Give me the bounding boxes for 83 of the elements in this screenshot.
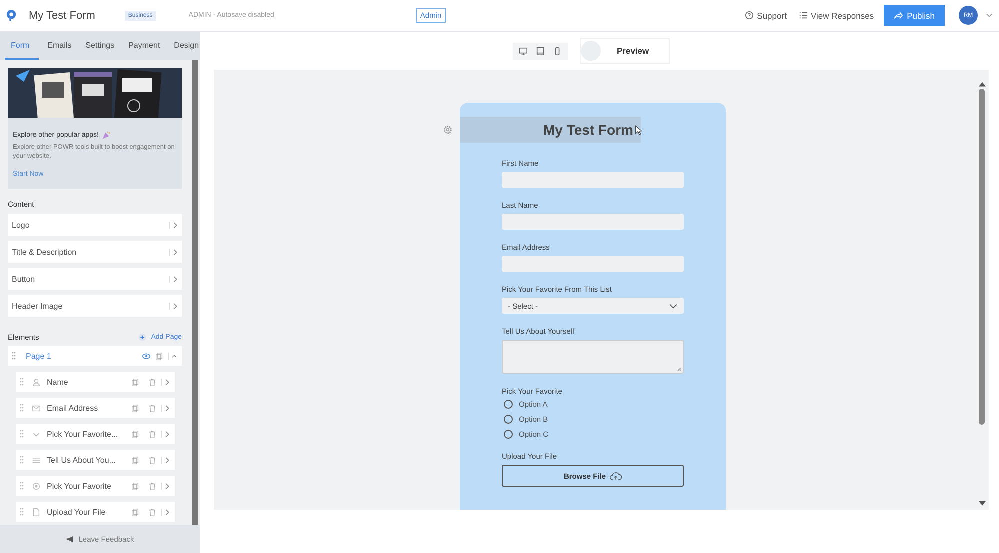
chevron-icon	[161, 508, 170, 516]
element-item[interactable]: Upload Your File	[16, 502, 175, 522]
element-label: Name	[47, 378, 70, 387]
trash-icon[interactable]	[148, 430, 157, 439]
trash-icon[interactable]	[148, 508, 157, 517]
cursor-icon	[635, 124, 642, 136]
chevron-icon	[161, 404, 170, 412]
element-label: Email Address	[47, 404, 100, 413]
header-link[interactable]: Support	[745, 10, 787, 20]
caret-icon[interactable]	[986, 13, 993, 18]
content-item[interactable]: Header Image	[8, 295, 182, 318]
scroll-down-icon[interactable]	[978, 501, 986, 506]
chevron-icon	[169, 276, 178, 283]
copy-icon[interactable]	[131, 508, 140, 517]
copy-icon[interactable]	[131, 456, 140, 465]
radio-button[interactable]	[504, 415, 513, 424]
chevron-icon	[169, 222, 178, 229]
eye-icon	[142, 352, 151, 361]
person-icon	[32, 378, 41, 387]
gear-icon[interactable]	[443, 125, 453, 135]
drag-handle-icon	[12, 352, 16, 360]
textarea-field[interactable]	[502, 340, 684, 374]
text-input[interactable]	[502, 256, 684, 272]
element-label: Pick Your Favorite	[47, 482, 112, 491]
resize-handle-icon	[677, 367, 682, 372]
element-label: Pick Your Favorite...	[47, 430, 120, 439]
element-label: Tell Us About You...	[47, 456, 117, 465]
sidebar-tab[interactable]: Payment	[124, 32, 166, 60]
preview-button[interactable]: Preview	[617, 46, 650, 56]
chevron-icon	[161, 378, 170, 386]
element-item[interactable]: Tell Us About You...	[16, 450, 175, 470]
chevron-icon	[169, 302, 178, 310]
page-label: Page 1	[26, 352, 52, 361]
form-title: My Test Form	[544, 122, 634, 138]
trash-icon[interactable]	[148, 404, 157, 413]
chevron-icon	[169, 248, 178, 256]
element-item[interactable]: Name	[16, 372, 175, 392]
desktop-icon[interactable]	[519, 46, 528, 56]
scrollbar[interactable]	[978, 82, 986, 508]
share-icon	[894, 11, 904, 20]
file-icon	[32, 508, 41, 517]
help-icon	[745, 11, 754, 20]
radio-button[interactable]	[504, 400, 513, 409]
element-item[interactable]: Pick Your Favorite	[16, 476, 175, 496]
text-input[interactable]	[502, 214, 684, 230]
phone-icon[interactable]	[553, 46, 562, 56]
sidebar-tab[interactable]: Settings	[80, 32, 120, 60]
copy-icon[interactable]	[131, 378, 140, 387]
header-link[interactable]: View Responses	[798, 10, 874, 20]
content-item[interactable]: Button	[8, 268, 182, 290]
element-item[interactable]: Email Address	[16, 398, 175, 418]
tablet-icon[interactable]	[536, 46, 545, 56]
chevron-down-icon	[669, 304, 678, 308]
app-title: My Test Form	[29, 10, 96, 22]
copy-icon	[155, 352, 164, 361]
envelope-icon	[32, 404, 41, 413]
content-item[interactable]: Logo	[8, 214, 182, 236]
copy-icon[interactable]	[131, 482, 140, 491]
element-label: Upload Your File	[47, 508, 107, 517]
trash-icon[interactable]	[148, 482, 157, 491]
trash-icon[interactable]	[148, 378, 157, 387]
megaphone-icon	[66, 534, 75, 544]
copy-icon[interactable]	[131, 430, 140, 439]
sidebar-tab[interactable]: Emails	[42, 32, 77, 60]
radio-icon	[32, 482, 41, 491]
content-item[interactable]: Title & Description	[8, 241, 182, 264]
page-row[interactable]: Page 1	[8, 346, 182, 366]
plus-icon	[138, 333, 148, 342]
chevron-icon	[161, 430, 170, 438]
cloud-upload-icon	[610, 472, 622, 480]
chevron-icon	[161, 456, 170, 464]
copy-icon[interactable]	[131, 404, 140, 413]
list-icon	[798, 11, 808, 20]
logo-icon	[6, 9, 17, 22]
collapse-icon[interactable]	[168, 352, 177, 360]
radio-button[interactable]	[504, 430, 513, 439]
trash-icon[interactable]	[148, 456, 157, 465]
party-icon	[102, 131, 111, 140]
scroll-up-icon[interactable]	[978, 82, 986, 87]
sidebar-tab[interactable]: Design	[169, 32, 204, 60]
text-input[interactable]	[502, 172, 684, 188]
chevron-icon	[161, 482, 170, 490]
element-item[interactable]: Pick Your Favorite...	[16, 424, 175, 444]
